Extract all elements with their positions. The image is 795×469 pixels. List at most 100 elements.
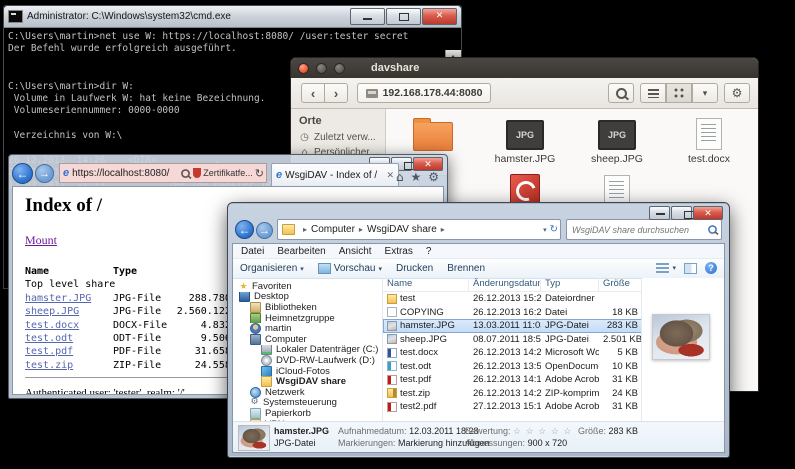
sidebar-item-lokaler-datentr-ger-c[interactable]: Lokaler Datenträger (C:) [233,345,382,356]
status-rating[interactable]: Bewertung: ☆ ☆ ☆ ☆ ☆ [465,426,572,437]
breadcrumb-computer[interactable]: Computer [311,224,355,235]
maximize-icon[interactable] [334,63,345,74]
refresh-icon[interactable]: ↻ [550,224,558,235]
sidebar-item-bibliotheken[interactable]: Bibliotheken [233,302,382,313]
file-link-sheep-jpg[interactable]: sheep.JPG [25,305,113,318]
browser-tab[interactable]: e WsgiDAV - Index of / ✕ [271,163,399,186]
sidebar-item-zuletzt-verw[interactable]: ◷Zuletzt verw... [291,130,385,145]
view-options-button[interactable]: ▾ [692,83,718,103]
toolbar-button-brennen[interactable]: Brennen [447,263,485,274]
table-row-copying[interactable]: COPYING26.12.2013 16:22Datei18 KB [383,306,644,320]
menu-item-ansicht[interactable]: Ansicht [339,246,372,257]
menu-item-bearbeiten[interactable]: Bearbeiten [277,246,325,257]
table-row-test-docx[interactable]: test.docx26.12.2013 14:26Microsoft Word … [383,346,644,360]
help-icon[interactable]: ? [705,262,717,274]
breadcrumb-wsgidav-share[interactable]: WsgiDAV share [367,224,437,235]
forward-button[interactable]: › [324,83,348,103]
certificate-error-text[interactable]: Zertifikatfe... [203,168,253,178]
table-row-sheep-jpg[interactable]: sheep.JPG08.07.2011 18:52JPG-Datei2.501 … [383,333,644,347]
back-button[interactable]: ← [235,220,254,239]
sidebar-item-dvd-rw-laufwerk-d[interactable]: DVD-RW-Laufwerk (D:) [233,355,382,366]
sidebar-item-martin[interactable]: martin [233,323,382,334]
table-row-test-odt[interactable]: test.odt26.12.2013 13:55OpenDocument T..… [383,360,644,374]
cmd-titlebar[interactable]: Administrator: C:\Windows\system32\cmd.e… [4,6,461,28]
toolbar-button-organisieren[interactable]: Organisieren▾ [240,263,304,274]
file-tile-hamster-jpg[interactable]: JPGhamster.JPG [479,115,571,172]
file-type: JPG-Datei [541,320,599,331]
search-input[interactable] [570,224,707,236]
maximize-button[interactable] [671,206,692,220]
column-header-typ[interactable]: Typ [541,278,599,291]
file-type: Adobe Acrobat D... [541,374,599,385]
sidebar-item-computer[interactable]: Computer [233,334,382,345]
file-link-test-docx[interactable]: test.docx [25,319,113,332]
history-chevron-icon[interactable]: ▾ [543,226,547,234]
toolbar-button-vorschau[interactable]: Vorschau▾ [318,263,382,274]
address-bar[interactable]: e https://localhost:8080/ Zertifikatfe..… [59,163,267,183]
sidebar-item-papierkorb[interactable]: Papierkorb [233,408,382,419]
file-label: sheep.JPG [571,153,663,165]
nautilus-titlebar[interactable]: davshare [291,58,758,78]
file-tile-test-docx[interactable]: test.docx [663,115,755,172]
tab-title: WsgiDAV - Index of / [285,170,384,181]
list-view-button[interactable] [640,83,666,103]
settings-gear-icon[interactable]: ⚙ [428,170,439,184]
home-icon[interactable]: ⌂ [396,170,404,184]
back-button[interactable]: ← [12,163,33,184]
change-view-button[interactable]: ▾ [656,263,676,274]
search-icon[interactable] [181,169,190,178]
sidebar-item-desktop[interactable]: Desktop [233,292,382,303]
refresh-icon[interactable]: ↻ [255,167,264,180]
file-link-test-pdf[interactable]: test.pdf [25,345,113,358]
column-header-gr-e[interactable]: Größe [599,278,644,291]
sidebar-item-icloud-fotos[interactable]: iCloud-Fotos [233,366,382,377]
close-icon[interactable] [298,63,309,74]
close-button[interactable] [422,8,457,25]
file-link-test-odt[interactable]: test.odt [25,332,113,345]
minimize-button[interactable] [350,8,385,25]
column-header-nderungsdatum[interactable]: Änderungsdatum [469,278,541,291]
search-icon[interactable] [708,225,717,234]
breadcrumb[interactable]: ▸ Computer ▸ WsgiDAV share ▸ ▾ ↻ [277,219,561,240]
table-row-test-zip[interactable]: test.zip26.12.2013 14:22ZIP-komprimierte… [383,387,644,401]
table-row-test[interactable]: test26.12.2013 15:21Dateiordner [383,292,644,306]
menu-item-datei[interactable]: Datei [241,246,264,257]
column-header-name[interactable]: Name [383,278,469,291]
file-link-hamster-jpg[interactable]: hamster.JPG [25,292,113,305]
minimize-icon[interactable] [316,63,327,74]
file-date: 27.12.2013 15:10 [469,401,541,412]
computer-icon [250,334,261,345]
tab-close-icon[interactable]: ✕ [386,170,394,181]
search-button[interactable] [608,83,634,103]
close-button[interactable] [693,206,723,220]
sidebar-item-wsgidav-share[interactable]: WsgiDAV share [233,376,382,387]
table-row-hamster-jpg[interactable]: hamster.JPG13.03.2011 11:03JPG-Datei283 … [383,319,644,333]
sidebar-item-netzwerk[interactable]: Netzwerk [233,387,382,398]
menu-item-[interactable]: ? [426,246,432,257]
grid-view-button[interactable] [666,83,692,103]
minimize-button[interactable] [649,206,670,220]
sidebar-item-favoriten[interactable]: ★Favoriten [233,281,382,292]
file-tile-sheep-jpg[interactable]: JPGsheep.JPG [571,115,663,172]
back-button[interactable]: ‹ [301,83,325,103]
table-row-test-pdf[interactable]: test.pdf26.12.2013 14:19Adobe Acrobat D.… [383,373,644,387]
file-date: 26.12.2013 13:55 [469,361,541,372]
sidebar-item-heimnetzgruppe[interactable]: Heimnetzgruppe [233,313,382,324]
favorites-star-icon[interactable]: ★ [410,170,421,184]
location-button[interactable]: 192.168.178.44:8080 [357,83,491,103]
odt-icon [387,361,397,371]
menu-item-extras[interactable]: Extras [385,246,413,257]
search-box[interactable] [566,219,722,240]
preview-pane-button[interactable] [684,263,697,274]
file-link-test-zip[interactable]: test.zip [25,359,113,372]
toolbar-button-drucken[interactable]: Drucken [396,263,433,274]
forward-button[interactable]: → [256,222,273,239]
maximize-button[interactable] [386,8,421,25]
forward-button[interactable]: → [35,164,54,183]
sidebar-item-systemsteuerung[interactable]: ⚙Systemsteuerung [233,398,382,409]
mount-link[interactable]: Mount [25,233,57,247]
table-row-test2-pdf[interactable]: test2.pdf27.12.2013 15:10Adobe Acrobat D… [383,400,644,414]
file-type: JPG-Datei [541,334,599,345]
certificate-error-shield-icon[interactable] [193,168,201,178]
settings-button[interactable]: ⚙ [724,83,750,103]
